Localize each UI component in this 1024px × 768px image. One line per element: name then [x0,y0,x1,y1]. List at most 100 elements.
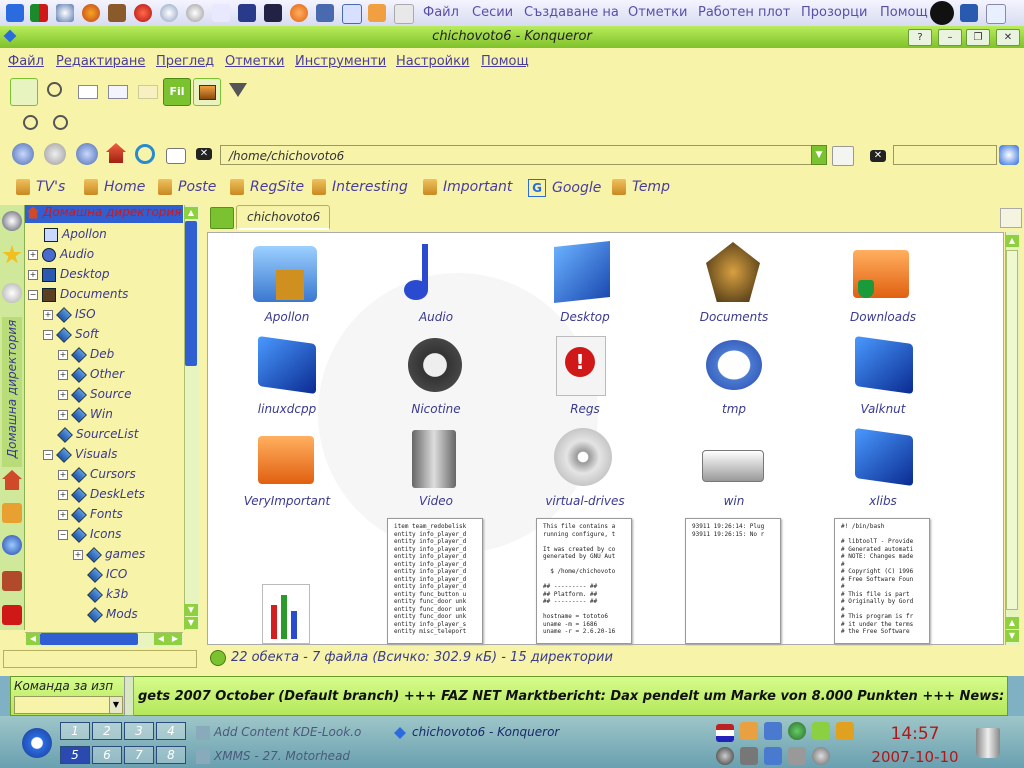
network-icon[interactable] [342,4,362,24]
view-mode-button[interactable] [166,148,186,164]
tree-item[interactable]: + Audio [28,247,94,265]
tree-hscroll-thumb[interactable] [40,633,138,645]
expand-toggle[interactable]: − [58,529,68,540]
screenshot-icon[interactable] [316,4,334,22]
command-input[interactable] [14,696,110,714]
clipboard-icon[interactable] [986,4,1006,24]
tree-item[interactable]: + Win [58,406,113,425]
close-tab-button[interactable] [1000,208,1022,228]
warning-document-icon[interactable]: ! [556,336,606,396]
close-button[interactable]: ✕ [996,29,1020,46]
terminal-button[interactable] [134,78,160,104]
split-view-button[interactable] [104,78,130,104]
scroll-down-arrow[interactable]: ▼ [1005,630,1019,642]
help-button[interactable]: ? [908,29,932,46]
speaker-icon[interactable] [716,747,734,765]
music-note-icon[interactable] [404,244,434,302]
user-avatar-icon[interactable] [930,1,954,25]
checkmark-icon[interactable] [812,722,830,740]
expand-toggle[interactable]: + [58,469,68,480]
notes-icon[interactable] [836,722,854,740]
download-icon[interactable] [764,747,782,765]
reload-button[interactable] [135,144,155,164]
us-flag-icon[interactable] [716,724,734,742]
icon-label[interactable]: Desktop [525,310,645,324]
tree-item[interactable]: + DeskLets [58,486,145,505]
zoom-in-button[interactable] [18,111,44,137]
magnifier-button[interactable] [42,78,68,104]
bookmark-tvs[interactable]: TV's [16,179,65,195]
scroll-up-arrow[interactable]: ▲ [184,207,198,219]
go-button[interactable] [832,146,854,166]
clock-time[interactable]: 14:57 [880,724,950,744]
kde-menu-icon[interactable] [6,4,24,22]
device-icon[interactable] [740,747,758,765]
pager-desktop-7[interactable]: 7 [124,746,154,764]
wheel-icon[interactable] [212,4,230,22]
usb-icon[interactable] [788,747,806,765]
expand-toggle[interactable]: + [58,369,68,380]
top-menu-desktop[interactable]: Работен плот [698,5,790,20]
tree-item[interactable]: SourceList [57,426,138,445]
menu-file[interactable]: Файл [8,54,44,69]
cdrom-icon[interactable] [554,428,612,486]
bug-icon[interactable] [108,4,126,22]
opera-icon[interactable] [134,4,152,22]
top-menu-windows[interactable]: Прозорци [801,5,867,20]
icon-label[interactable]: Video [376,494,496,508]
up-button[interactable] [76,143,98,165]
ball-icon[interactable] [186,4,204,22]
view-scroll-thumb[interactable] [1006,250,1018,610]
menu-edit[interactable]: Редактиране [56,54,145,69]
maximize-button[interactable]: ❐ [966,29,990,46]
task-xmms[interactable]: XMMS - 27. Motorhead [196,749,350,764]
top-menu-file[interactable]: Файл [423,5,459,20]
icon-label[interactable]: virtual-drives [525,494,645,508]
icon-label[interactable]: Documents [674,310,794,324]
debian-book-icon[interactable] [855,427,913,487]
root-tab-icon[interactable] [2,605,22,625]
zoom-out-button[interactable] [48,111,74,137]
tree-item[interactable]: Mods [87,606,138,625]
scroll-up-arrow[interactable]: ▲ [1005,235,1019,247]
back-button[interactable] [12,143,34,165]
tree-item[interactable]: k3b [87,586,128,605]
menu-tools[interactable]: Инструменти [295,54,386,69]
bookmark-interesting[interactable]: Interesting [312,179,408,195]
expand-toggle[interactable]: + [58,349,68,360]
video-icon[interactable] [412,430,456,488]
icon-label[interactable]: Nicotine [376,402,496,416]
tree-item[interactable]: + ISO [43,306,96,325]
tree-item[interactable]: Apollon [44,227,107,245]
bird-icon[interactable] [238,4,256,22]
tree-item[interactable]: + games [73,546,145,565]
expand-toggle[interactable]: + [58,389,68,400]
tree-item[interactable]: − Documents [28,287,128,305]
window-titlebar[interactable]: chichovoto6 - Konqueror ? – ❐ ✕ [0,26,1024,49]
icon-label[interactable]: Audio [376,310,496,324]
klipper-icon[interactable] [740,722,758,740]
windows-icon[interactable] [960,4,978,22]
network-tab-icon[interactable] [2,535,22,555]
clear-search-button[interactable]: ✕ [870,150,886,162]
folder-icon[interactable] [258,436,314,484]
scroll-left-arrow[interactable]: ◀ [26,633,40,645]
tree-item[interactable]: − Soft [43,326,99,345]
news-ticker-text[interactable]: gets 2007 October (Default branch) +++ F… [138,689,1006,704]
top-menu-sessions[interactable]: Сесии [472,5,513,20]
expand-toggle[interactable]: + [28,269,38,280]
bookmark-regsite[interactable]: RegSite [230,179,304,195]
image-view-button[interactable] [193,78,221,106]
icon-label[interactable]: linuxdcpp [227,402,347,416]
magnet-icon[interactable] [290,4,308,22]
menu-settings[interactable]: Настройки [396,54,469,69]
icon-label[interactable]: xlibs [823,494,943,508]
icon-label[interactable]: Regs [525,402,645,416]
file-button[interactable]: Fil [163,78,191,106]
tree-scroll-thumb[interactable] [185,221,197,366]
scroll-left-arrow[interactable]: ◀ [154,633,168,645]
sphere-icon[interactable] [160,4,178,22]
keyboard-icon[interactable] [394,4,414,24]
services-tab-icon[interactable] [2,571,22,591]
icon-label[interactable]: Apollon [227,310,347,324]
